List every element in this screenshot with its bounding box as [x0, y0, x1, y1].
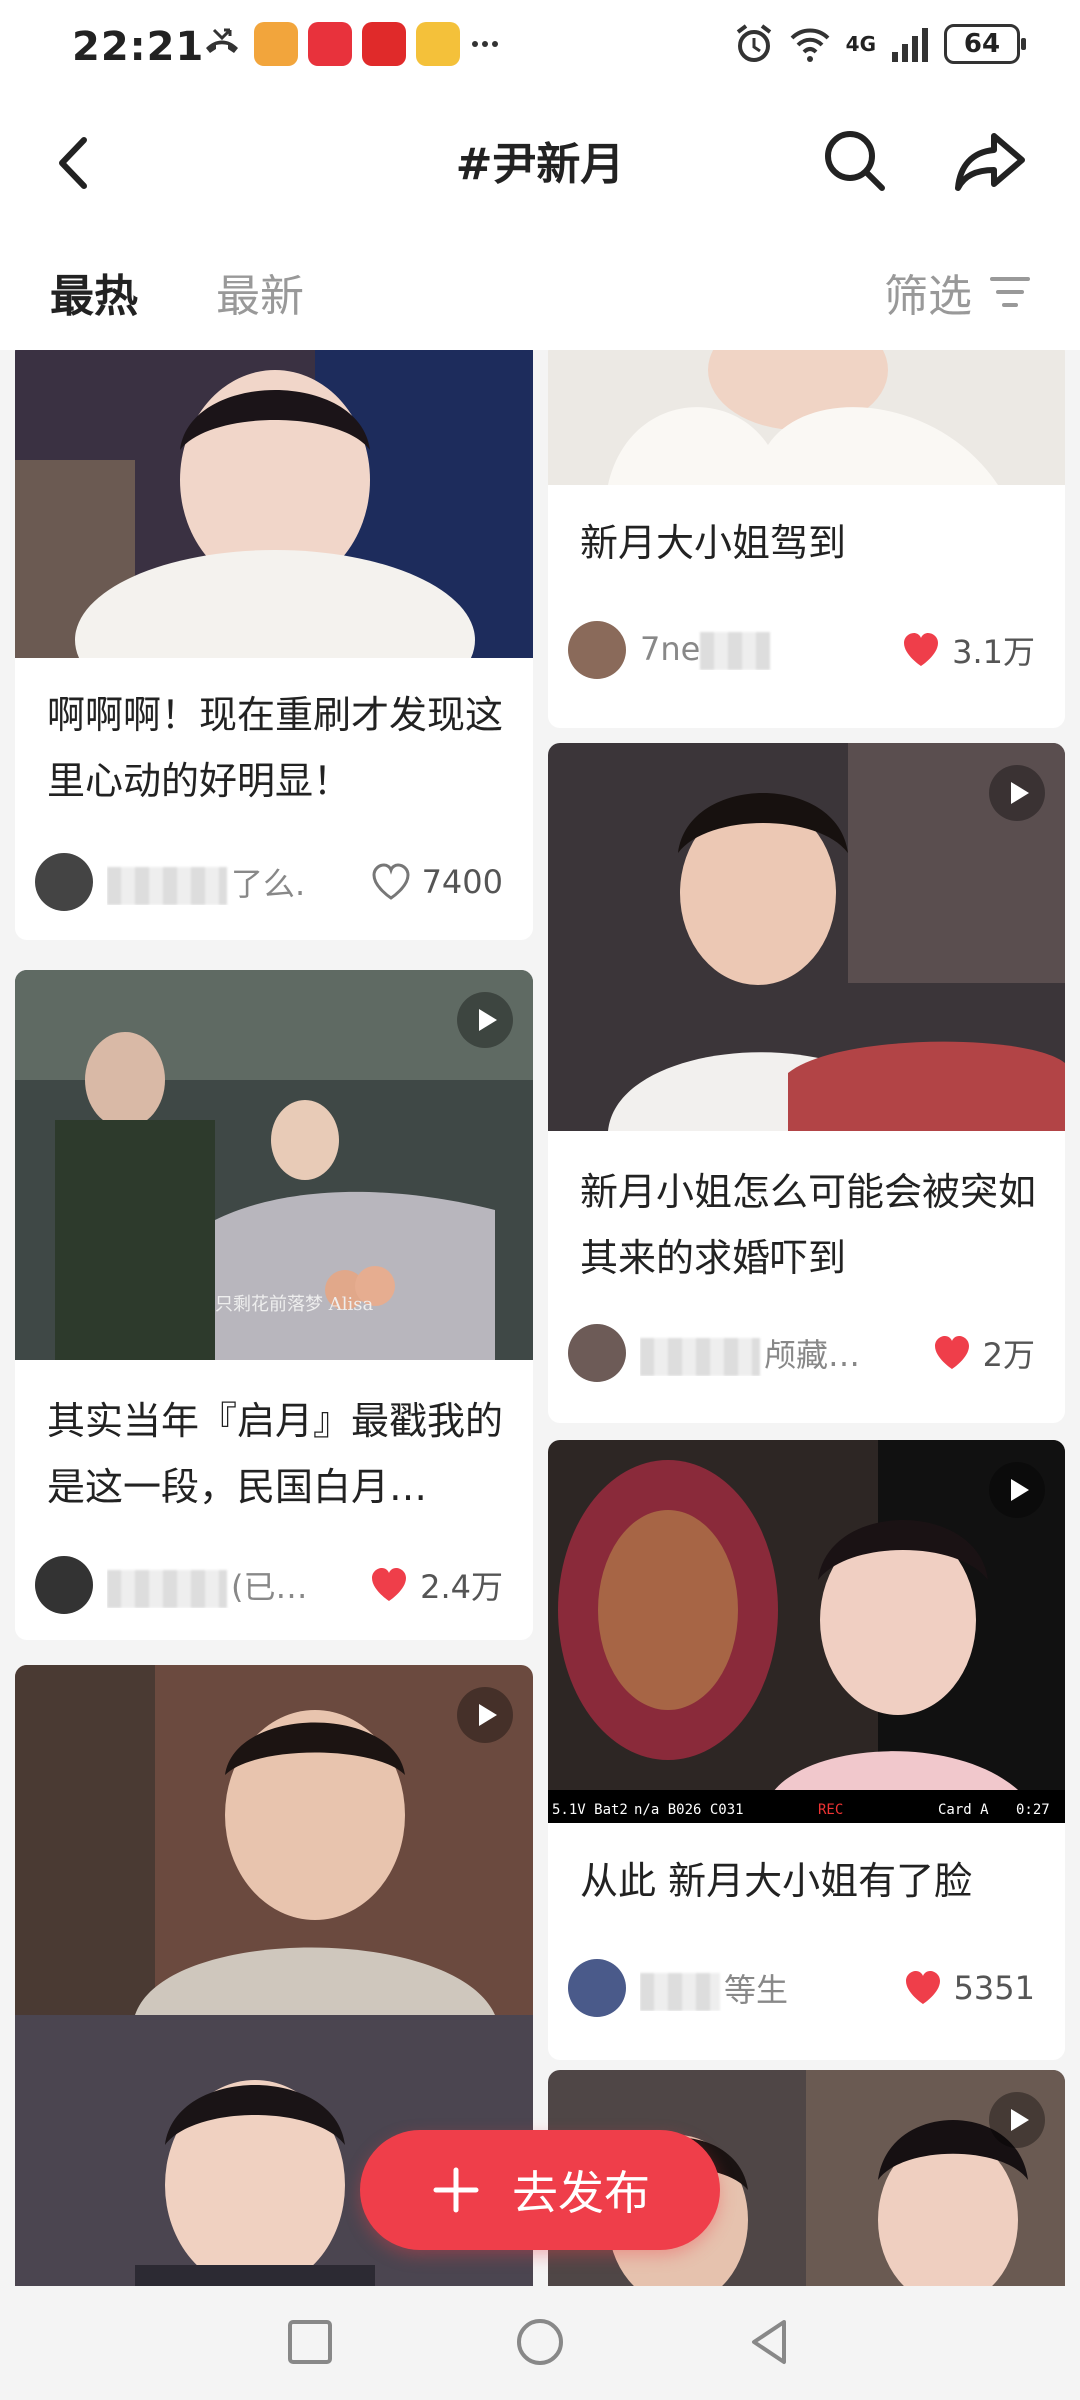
page-title: #尹新月	[455, 139, 625, 190]
author-row: 等生 5351	[568, 1958, 1035, 2018]
filter-icon	[990, 277, 1030, 307]
search-icon[interactable]	[820, 126, 890, 196]
post-cover-image	[15, 350, 533, 658]
post-cover-image	[548, 350, 1065, 485]
network-type: 4G	[845, 32, 876, 56]
like-button[interactable]: 7400	[370, 862, 503, 902]
post-feed[interactable]: 啊啊啊！现在重刷才发现这里心动的好明显！ 了么. 7400 只剩花前落梦 Ali…	[0, 350, 1080, 2286]
video-badge-icon	[989, 765, 1045, 821]
osd-rec: REC	[818, 1802, 843, 1818]
avatar[interactable]	[568, 621, 626, 679]
author-row: 了么. 7400	[35, 852, 503, 912]
back-triangle-icon[interactable]	[740, 2312, 800, 2372]
like-count: 2万	[982, 1336, 1035, 1374]
avatar[interactable]	[568, 1959, 626, 2017]
back-arrow-icon[interactable]	[46, 128, 106, 198]
like-count: 2.4万	[420, 1568, 503, 1606]
author-row: 颅藏… 2万	[568, 1323, 1035, 1383]
avatar[interactable]	[568, 1324, 626, 1382]
system-icons: 4G 64	[734, 22, 1026, 66]
sort-tabs: 最热 最新 筛选	[0, 230, 1080, 350]
share-icon[interactable]	[952, 126, 1028, 196]
osd-clip: n/a B026 C031	[634, 1802, 744, 1818]
like-count: 7400	[421, 863, 503, 901]
battery-indicator: 64	[944, 24, 1026, 64]
like-count: 3.1万	[952, 633, 1035, 671]
post-card[interactable]: 新月大小姐驾到 7ne 3.1万	[548, 350, 1065, 728]
publish-button[interactable]: 去发布	[360, 2130, 720, 2250]
publish-label: 去发布	[512, 2166, 650, 2220]
osd-timecode: 0:27	[1016, 1802, 1050, 1818]
author-row: (已… 2.4万	[35, 1555, 503, 1615]
missed-call-icon	[206, 28, 238, 53]
post-card[interactable]: 啊啊啊！现在重刷才发现这里心动的好明显！ 了么. 7400	[15, 350, 533, 940]
filter-button[interactable]: 筛选	[884, 260, 1030, 324]
avatar[interactable]	[35, 1556, 93, 1614]
video-badge-icon	[457, 992, 513, 1048]
author-name[interactable]: (已…	[107, 1562, 368, 1608]
post-card[interactable]: 5.1V Bat2 n/a B026 C031 REC Card A 0:27 …	[548, 1440, 1065, 2060]
avatar[interactable]	[35, 853, 93, 911]
post-title: 啊啊啊！现在重刷才发现这里心动的好明显！	[47, 693, 504, 803]
post-card[interactable]: 只剩花前落梦 Alisa 其实当年『启月』最戳我的是这一段，民国白月… (已… …	[15, 970, 533, 1640]
recents-square-icon[interactable]	[280, 2312, 340, 2372]
post-cover-image	[548, 743, 1065, 1131]
weibo-app-icon	[416, 22, 460, 66]
heart-filled-icon	[934, 1336, 969, 1369]
post-card[interactable]: 新月小姐怎么可能会被突如其来的求婚吓到 颅藏… 2万	[548, 743, 1065, 1423]
signal-icon	[892, 28, 928, 62]
video-badge-icon	[989, 2092, 1045, 2148]
osd-battery: 5.1V Bat2	[552, 1802, 628, 1818]
like-count: 5351	[953, 1969, 1035, 2007]
post-title: 新月大小姐驾到	[580, 521, 847, 565]
like-button[interactable]: 2.4万	[368, 1562, 503, 1608]
video-badge-icon	[989, 1462, 1045, 1518]
plus-icon	[433, 2167, 479, 2213]
author-row: 7ne 3.1万	[568, 620, 1035, 680]
post-title: 从此 新月大小姐有了脸	[580, 1859, 973, 1903]
author-name[interactable]: 7ne	[640, 630, 900, 670]
author-name[interactable]: 等生	[640, 1965, 902, 2011]
heart-outline-icon	[372, 863, 410, 900]
heart-filled-icon	[905, 1971, 940, 2004]
like-button[interactable]: 3.1万	[900, 627, 1035, 673]
like-button[interactable]: 2万	[931, 1330, 1035, 1376]
wifi-icon	[790, 28, 830, 62]
more-dots-icon	[472, 41, 498, 47]
topic-header: #尹新月	[0, 100, 1080, 230]
like-button[interactable]: 5351	[902, 1968, 1035, 2008]
home-circle-icon[interactable]	[510, 2312, 570, 2372]
xiaohongshu-app-icon	[308, 22, 352, 66]
cover-caption: 只剩花前落梦 Alisa	[215, 1294, 373, 1315]
post-cover-image: 5.1V Bat2 n/a B026 C031 REC Card A 0:27	[548, 1440, 1065, 1823]
tab-hot[interactable]: 最热	[50, 260, 138, 324]
heart-app-icon	[254, 22, 298, 66]
filter-label: 筛选	[884, 271, 972, 322]
system-nav-bar	[0, 2286, 1080, 2400]
notification-icons	[200, 22, 500, 66]
osd-card: Card A	[938, 1802, 989, 1818]
status-time: 22:21	[72, 24, 205, 70]
tab-latest[interactable]: 最新	[216, 260, 304, 324]
post-title: 新月小姐怎么可能会被突如其来的求婚吓到	[580, 1170, 1037, 1280]
heart-filled-icon	[372, 1568, 407, 1601]
byd-app-icon	[362, 22, 406, 66]
video-badge-icon	[457, 1687, 513, 1743]
heart-filled-icon	[904, 633, 939, 666]
post-cover-image: 只剩花前落梦 Alisa	[15, 970, 533, 1360]
alarm-icon	[736, 24, 771, 62]
post-title: 其实当年『启月』最戳我的是这一段，民国白月…	[47, 1399, 504, 1509]
author-name[interactable]: 颅藏…	[640, 1330, 931, 1376]
author-name[interactable]: 了么.	[107, 859, 370, 905]
status-bar: 22:21 4G 64	[0, 0, 1080, 100]
